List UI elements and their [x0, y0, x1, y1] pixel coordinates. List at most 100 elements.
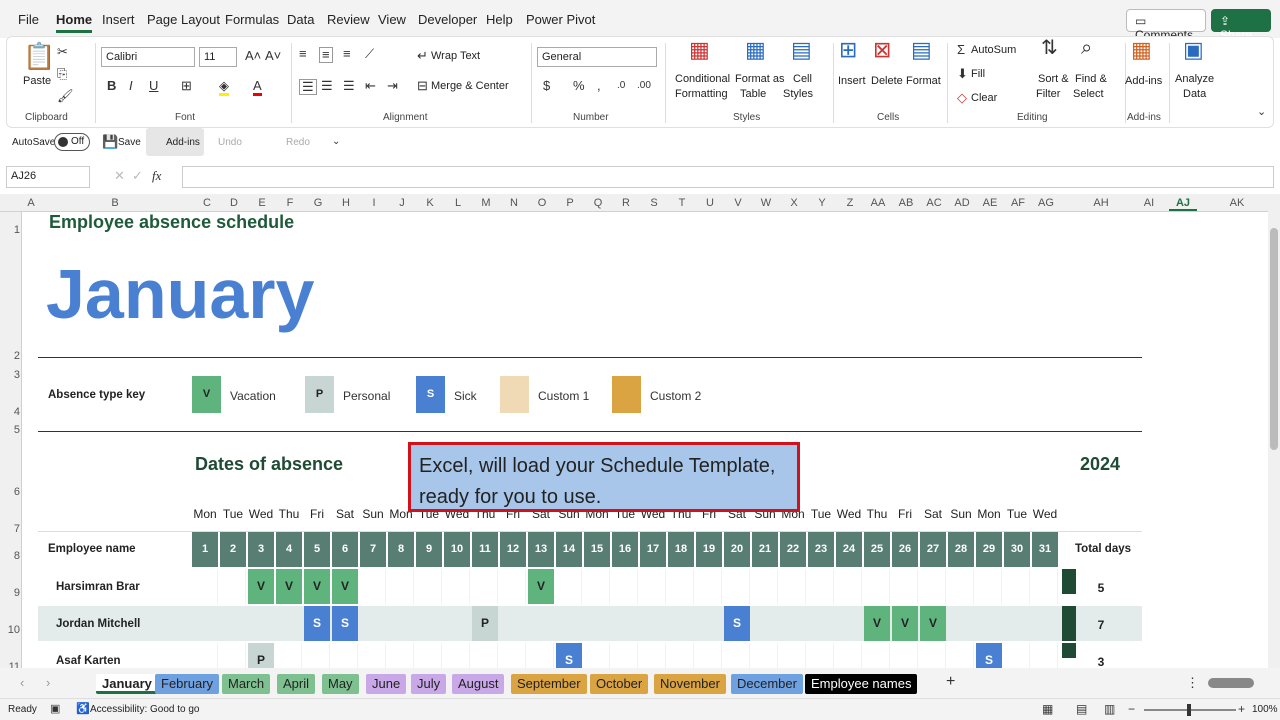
column-header-ag[interactable]: AG [1032, 197, 1060, 209]
insert-cells-button[interactable]: Insert [838, 75, 866, 87]
row-header-3[interactable]: 3 [0, 369, 20, 381]
borders-icon[interactable]: ⊞ [181, 79, 192, 93]
autosum-button[interactable]: AutoSum [971, 44, 1016, 56]
sheet-tab-january[interactable]: January [96, 674, 158, 694]
absence-cell[interactable] [836, 569, 862, 604]
absence-cell[interactable]: V [528, 569, 554, 604]
sheet-tab-august[interactable]: August [452, 674, 505, 694]
absence-cell[interactable] [808, 643, 834, 668]
increase-font-icon[interactable]: A˄ [245, 49, 261, 63]
absence-cell[interactable] [500, 569, 526, 604]
row-header-10[interactable]: 10 [0, 624, 20, 636]
bold-icon[interactable]: B [107, 79, 116, 93]
row-header-8[interactable]: 8 [0, 550, 20, 562]
sort-filter-line1[interactable]: Sort & [1038, 73, 1069, 85]
fill-color-icon[interactable]: ◈ [219, 79, 229, 96]
column-header-af[interactable]: AF [1004, 197, 1032, 209]
undo-button[interactable]: Undo [218, 137, 242, 148]
column-header-ac[interactable]: AC [920, 197, 948, 209]
absence-cell[interactable] [416, 606, 442, 641]
align-right-icon[interactable]: ☰ [343, 79, 355, 93]
column-header-p[interactable]: P [556, 197, 584, 209]
absence-cell[interactable] [220, 606, 246, 641]
cancel-icon[interactable]: ✕ [114, 169, 125, 183]
column-header-e[interactable]: E [248, 197, 276, 209]
absence-cell[interactable] [556, 606, 582, 641]
sort-filter-line2[interactable]: Filter [1036, 88, 1060, 100]
sheet-tab-employee-names[interactable]: Employee names [805, 674, 918, 694]
absence-cell[interactable] [948, 643, 974, 668]
absence-cell[interactable] [528, 606, 554, 641]
absence-cell[interactable] [584, 643, 610, 668]
page-layout-view-icon[interactable]: ▤ [1076, 702, 1087, 716]
menu-page-layout[interactable]: Page Layout [147, 12, 220, 27]
currency-icon[interactable]: $ [543, 79, 550, 93]
align-middle-icon[interactable]: ≡ [319, 47, 333, 63]
sheet-tab-may[interactable]: May [322, 674, 359, 694]
absence-cell[interactable]: S [556, 643, 582, 668]
absence-cell[interactable] [668, 643, 694, 668]
accessibility-icon[interactable]: ♿ [76, 702, 90, 716]
absence-cell[interactable] [724, 569, 750, 604]
insert-function-icon[interactable]: fx [152, 169, 161, 183]
absence-cell[interactable] [388, 569, 414, 604]
sheet-tab-september[interactable]: September [511, 674, 587, 694]
align-bottom-icon[interactable]: ≡ [343, 47, 351, 61]
absence-cell[interactable] [360, 569, 386, 604]
cell-styles-line1[interactable]: Cell [793, 73, 812, 85]
absence-cell[interactable]: V [920, 606, 946, 641]
menu-help[interactable]: Help [486, 12, 513, 27]
format-as-table-line1[interactable]: Format as [735, 73, 785, 85]
menu-formulas[interactable]: Formulas [225, 12, 279, 27]
absence-cell[interactable] [920, 569, 946, 604]
normal-view-icon[interactable]: ▦ [1042, 702, 1053, 716]
decrease-font-icon[interactable]: A˅ [265, 49, 281, 63]
absence-cell[interactable] [836, 606, 862, 641]
column-header-k[interactable]: K [416, 197, 444, 209]
absence-cell[interactable] [864, 643, 890, 668]
percent-icon[interactable]: % [573, 79, 585, 93]
fill-button[interactable]: Fill [971, 68, 985, 80]
absence-cell[interactable] [1004, 569, 1030, 604]
absence-cell[interactable] [612, 569, 638, 604]
absence-cell[interactable] [696, 569, 722, 604]
enter-icon[interactable]: ✓ [132, 169, 143, 183]
column-header-aa[interactable]: AA [864, 197, 892, 209]
absence-cell[interactable]: V [276, 569, 302, 604]
vertical-scrollbar[interactable] [1268, 194, 1280, 668]
column-header-o[interactable]: O [528, 197, 556, 209]
absence-cell[interactable] [220, 643, 246, 668]
row-header-6[interactable]: 6 [0, 486, 20, 498]
absence-cell[interactable] [444, 569, 470, 604]
column-header-ah[interactable]: AH [1087, 197, 1115, 209]
column-header-b[interactable]: B [101, 197, 129, 209]
column-header-ak[interactable]: AK [1223, 197, 1251, 209]
analyze-data-line2[interactable]: Data [1183, 88, 1206, 100]
column-header-h[interactable]: H [332, 197, 360, 209]
add-ins-qat-button[interactable]: Add-ins [146, 128, 204, 156]
absence-cell[interactable] [780, 606, 806, 641]
absence-cell[interactable] [416, 569, 442, 604]
worksheet-grid[interactable]: Employee absence schedule January Absenc… [22, 212, 1268, 668]
absence-cell[interactable] [276, 606, 302, 641]
absence-cell[interactable] [696, 606, 722, 641]
absence-cell[interactable] [696, 643, 722, 668]
absence-cell[interactable] [808, 606, 834, 641]
analyze-data-line1[interactable]: Analyze [1175, 73, 1214, 85]
column-header-f[interactable]: F [276, 197, 304, 209]
clear-button[interactable]: Clear [971, 92, 997, 104]
increase-decimal-icon[interactable]: .0 [617, 79, 625, 93]
format-painter-icon[interactable]: 🖌 [57, 89, 74, 103]
menu-developer[interactable]: Developer [418, 12, 477, 27]
absence-cell[interactable] [1032, 606, 1058, 641]
comments-button[interactable]: ▭ Comments [1126, 9, 1206, 42]
customize-qat-icon[interactable]: ⌄ [332, 135, 340, 149]
align-center-icon[interactable]: ☰ [321, 79, 333, 93]
absence-cell[interactable] [500, 643, 526, 668]
absence-cell[interactable] [388, 643, 414, 668]
delete-cells-button[interactable]: Delete [871, 75, 903, 87]
scroll-tabs-right-icon[interactable]: › [46, 676, 50, 690]
absence-cell[interactable] [752, 606, 778, 641]
absence-cell[interactable] [192, 569, 218, 604]
absence-cell[interactable] [304, 643, 330, 668]
